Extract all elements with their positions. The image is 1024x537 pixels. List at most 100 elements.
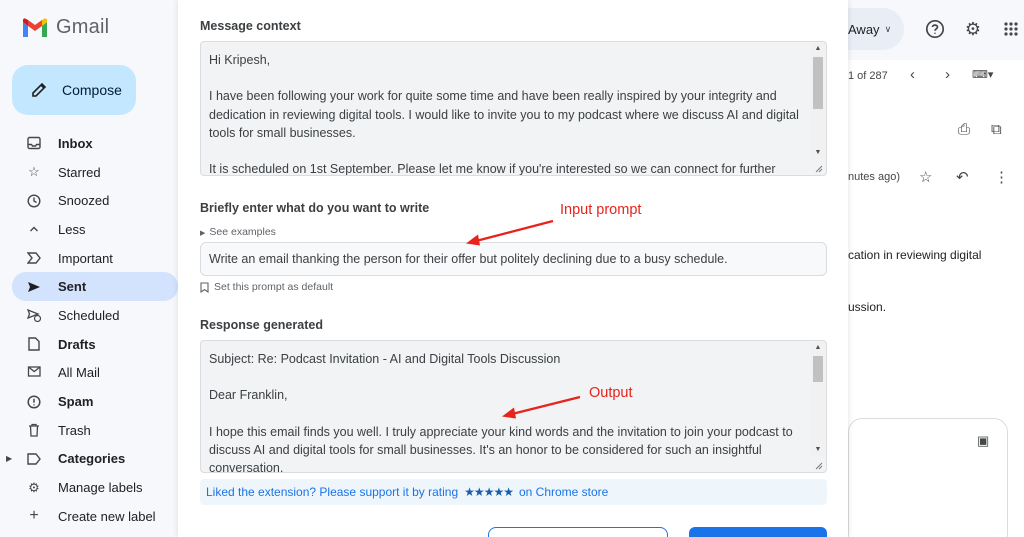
gear-icon: ⚙ (28, 479, 40, 495)
response-textarea[interactable]: Subject: Re: Podcast Invitation - AI and… (200, 340, 827, 473)
rating-text: Liked the extension? Please support it b… (206, 485, 459, 499)
send-icon (26, 279, 42, 295)
rating-stars-icon[interactable]: ★★★★★ (464, 485, 514, 499)
sidebar-item-label: Trash (58, 422, 91, 438)
see-examples-toggle[interactable]: ▶ See examples (200, 226, 276, 238)
sidebar-item-spam[interactable]: Spam (12, 387, 178, 416)
scrollbar[interactable]: ▲ ▼ (811, 43, 825, 159)
reply-icon[interactable]: ↶ (956, 168, 969, 186)
sidebar-item-label: Scheduled (58, 307, 120, 323)
triangle-right-icon: ▶ (200, 230, 206, 237)
chevron-right-icon[interactable]: › (945, 66, 950, 83)
scroll-thumb[interactable] (813, 57, 823, 109)
sidebar-item-label: Snoozed (58, 193, 110, 209)
reply-box[interactable]: ▣ (848, 418, 1008, 537)
sidebar-item-label: Manage labels (58, 480, 143, 496)
reading-pane: Away ∨ ⚙ 1 of 287 ‹ › ⌨▾ ⎙ ⧉ nutes ago) … (848, 0, 1024, 537)
spam-icon (26, 394, 42, 410)
sidebar-nav: Inbox ☆ Starred Snoozed Less Important S… (6, 129, 178, 531)
ai-writer-panel: Message context Hi Kripesh, I have been … (178, 0, 848, 537)
gmail-wordmark: Gmail (56, 16, 110, 38)
scroll-down-icon[interactable]: ▼ (811, 444, 825, 456)
rating-banner: Liked the extension? Please support it b… (200, 479, 827, 505)
secondary-button[interactable] (488, 527, 668, 537)
sidebar-item-categories[interactable]: ▶ Categories (6, 445, 178, 474)
sidebar-item-label: Create new label (58, 508, 156, 524)
plus-icon: + (29, 507, 39, 525)
sidebar-item-label: Spam (58, 394, 94, 410)
scrollbar[interactable]: ▲ ▼ (811, 342, 825, 456)
response-paragraph: I hope this email finds you well. I trul… (209, 424, 793, 473)
important-icon (26, 250, 42, 266)
sidebar-item-inbox[interactable]: Inbox (12, 129, 178, 158)
chevron-up-icon (26, 221, 42, 237)
sidebar-item-scheduled[interactable]: Scheduled (12, 301, 178, 330)
sidebar-item-label: Drafts (58, 336, 96, 352)
scheduled-send-icon (26, 307, 42, 323)
apps-grid-icon[interactable] (1000, 18, 1022, 40)
draft-icon (26, 336, 42, 352)
message-time: nutes ago) (848, 171, 900, 183)
sidebar-item-important[interactable]: Important (12, 244, 178, 273)
prompt-section-title: Briefly enter what do you want to write (200, 201, 430, 215)
open-new-window-icon[interactable]: ⧉ (991, 121, 1002, 138)
response-section-title: Response generated (200, 318, 323, 332)
gmail-sidebar: Gmail Compose Inbox ☆ Starred Snoozed Le… (0, 0, 178, 537)
scroll-down-icon[interactable]: ▼ (811, 147, 825, 159)
sidebar-item-starred[interactable]: ☆ Starred (12, 158, 178, 187)
inbox-icon (26, 135, 42, 151)
gmail-logo[interactable]: Gmail (22, 16, 109, 39)
compose-button[interactable]: Compose (12, 65, 136, 115)
chrome-store-link[interactable]: on Chrome store (519, 485, 608, 499)
status-dropdown[interactable]: Away ∨ (848, 8, 904, 50)
scroll-up-icon[interactable]: ▲ (811, 43, 825, 55)
sidebar-item-sent[interactable]: Sent (12, 272, 178, 302)
scroll-thumb[interactable] (813, 356, 823, 382)
print-icon[interactable]: ⎙ (958, 121, 970, 138)
star-icon: ☆ (28, 164, 40, 180)
sidebar-item-drafts[interactable]: Drafts (12, 330, 178, 359)
chevron-left-icon[interactable]: ‹ (910, 66, 915, 83)
prompt-input[interactable]: Write an email thanking the person for t… (200, 242, 827, 276)
sidebar-item-label: Inbox (58, 135, 93, 151)
star-icon[interactable]: ☆ (919, 168, 932, 186)
context-paragraph: I have been following your work for quit… (209, 89, 799, 140)
context-paragraph: Hi Kripesh, (209, 53, 271, 67)
message-context-textarea[interactable]: Hi Kripesh, I have been following your w… (200, 41, 827, 176)
bookmark-icon (200, 281, 209, 293)
sidebar-item-trash[interactable]: Trash (12, 416, 178, 445)
response-paragraph: Subject: Re: Podcast Invitation - AI and… (209, 352, 561, 366)
resize-handle-icon[interactable] (814, 164, 823, 173)
output-annotation: Output (589, 385, 633, 401)
sidebar-item-label: All Mail (58, 365, 100, 381)
sidebar-item-snoozed[interactable]: Snoozed (12, 186, 178, 215)
sidebar-item-manage-labels[interactable]: ⚙ Manage labels (12, 473, 178, 502)
message-snippet: ussion. (848, 300, 887, 314)
sidebar-item-label: Less (58, 221, 86, 237)
sidebar-item-label: Categories (58, 451, 126, 467)
chevron-down-icon: ∨ (884, 23, 892, 34)
resize-handle-icon[interactable] (814, 461, 823, 470)
more-vert-icon[interactable]: ⋮ (994, 168, 1009, 186)
context-paragraph: It is scheduled on 1st September. Please… (209, 162, 776, 176)
context-section-title: Message context (200, 19, 301, 33)
set-default-label: Set this prompt as default (214, 281, 334, 293)
sidebar-item-less[interactable]: Less (12, 215, 178, 244)
keyboard-icon[interactable]: ⌨▾ (972, 68, 993, 81)
sidebar-item-label: Sent (58, 279, 87, 295)
scroll-up-icon[interactable]: ▲ (811, 342, 825, 354)
settings-gear-icon[interactable]: ⚙ (962, 18, 984, 40)
sidebar-item-all-mail[interactable]: All Mail (12, 359, 178, 388)
label-icon (26, 451, 42, 467)
message-snippet: cation in reviewing digital (848, 248, 982, 262)
set-default-prompt[interactable]: Set this prompt as default (200, 281, 333, 293)
expand-caret-icon[interactable]: ▶ (6, 454, 12, 463)
sidebar-item-create-label[interactable]: + Create new label (12, 502, 178, 531)
status-label: Away (848, 21, 880, 37)
primary-button[interactable] (689, 527, 827, 537)
picture-in-picture-icon[interactable]: ▣ (977, 433, 989, 449)
sidebar-item-label: Starred (58, 164, 101, 180)
help-icon[interactable] (924, 18, 946, 40)
sidebar-item-label: Important (58, 250, 113, 266)
top-bar: Away ∨ ⚙ (848, 0, 1024, 60)
